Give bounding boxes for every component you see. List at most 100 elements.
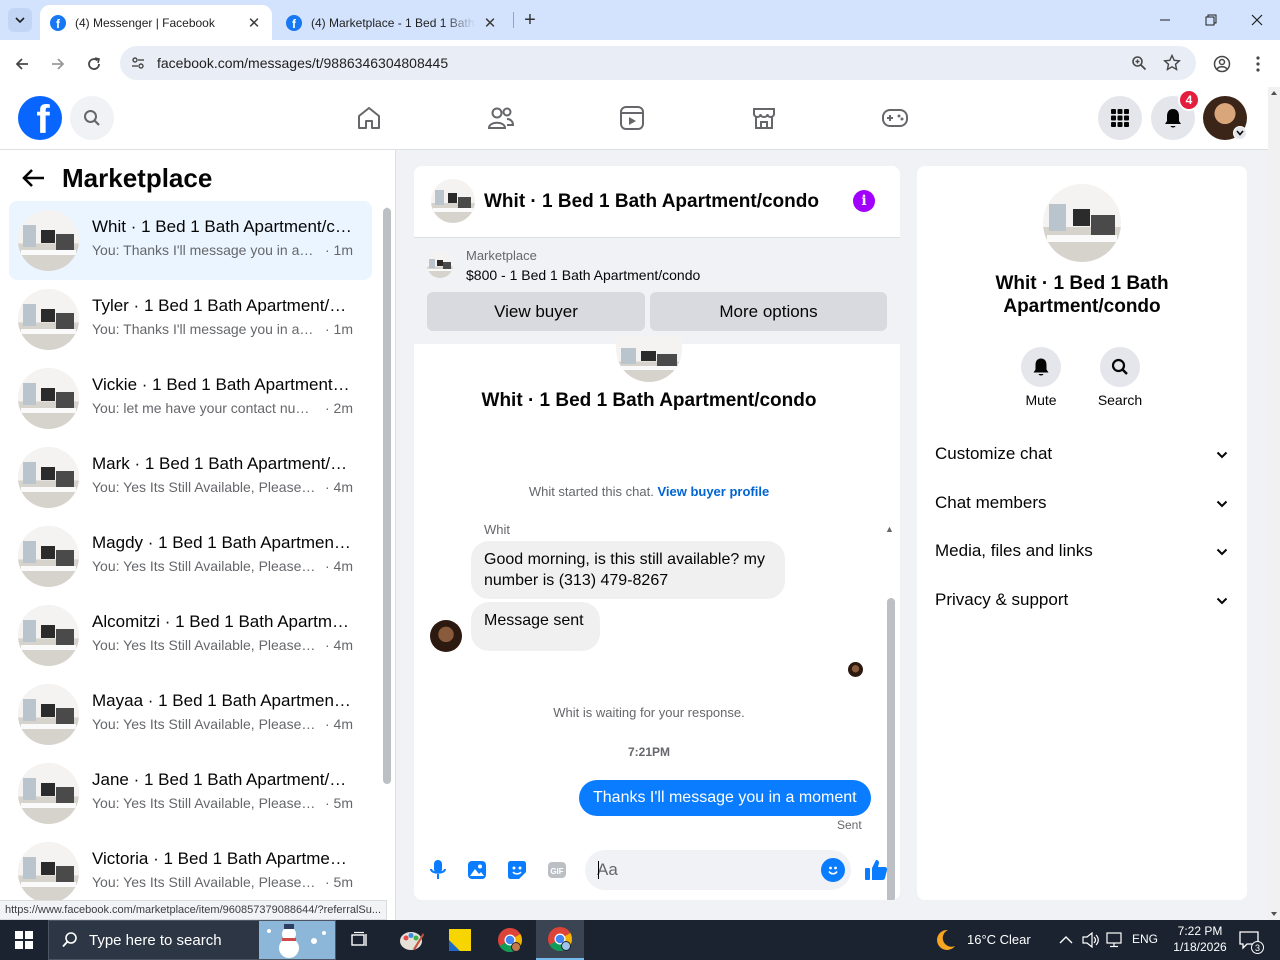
photo-icon[interactable] xyxy=(465,858,489,882)
action-center-badge: 3 xyxy=(1251,941,1264,954)
microphone-icon[interactable] xyxy=(426,858,450,882)
facebook-search-button[interactable] xyxy=(70,96,114,140)
taskbar-search-box[interactable]: Type here to search xyxy=(48,920,336,960)
task-view-button[interactable] xyxy=(336,920,384,960)
chat-members-section[interactable]: Chat members xyxy=(925,483,1239,523)
zoom-icon[interactable] xyxy=(1129,53,1149,73)
taskbar-clock[interactable]: 7:22 PM 1/18/2026 xyxy=(1168,923,1232,955)
info-icon[interactable]: i xyxy=(853,190,875,212)
listing-thumbnail xyxy=(18,368,79,429)
listing-description[interactable]: $800 - 1 Bed 1 Bath Apartment/condo xyxy=(466,267,700,283)
message-input[interactable] xyxy=(597,859,807,881)
listing-thumbnail xyxy=(18,763,79,824)
close-icon[interactable]: ✕ xyxy=(246,15,262,32)
conversation-item[interactable]: Mayaa · 1 Bed 1 Bath Apartment/condo You:… xyxy=(9,675,372,754)
conversation-item[interactable]: Magdy · 1 Bed 1 Bath Apartment/condo You:… xyxy=(9,517,372,596)
friends-icon xyxy=(487,107,515,129)
browser-menu-button[interactable] xyxy=(1244,50,1272,78)
back-button[interactable] xyxy=(8,50,36,78)
conversation-item[interactable]: Alcomitzi · 1 Bed 1 Bath Apartment/condo… xyxy=(9,596,372,675)
minimize-button[interactable] xyxy=(1142,0,1188,40)
menu-button[interactable] xyxy=(1098,96,1142,140)
close-icon[interactable]: ✕ xyxy=(482,15,498,32)
chevron-down-icon xyxy=(1215,545,1229,559)
conversation-list-scrollbar[interactable] xyxy=(383,208,391,784)
chevron-up-icon[interactable] xyxy=(1059,935,1073,945)
listing-thumbnail[interactable] xyxy=(1043,184,1121,262)
conversation-time: · 4m xyxy=(325,558,353,574)
conversation-item[interactable]: Whit · 1 Bed 1 Bath Apartment/condo You: … xyxy=(9,201,372,280)
restore-icon xyxy=(1205,14,1217,26)
reload-button[interactable] xyxy=(80,50,108,78)
chat-details-panel: Whit · 1 Bed 1 Bath Apartment/condo Mute… xyxy=(917,166,1247,900)
chrome-app-button[interactable] xyxy=(486,920,534,960)
volume-icon[interactable] xyxy=(1082,932,1100,948)
conversation-item[interactable]: Mark · 1 Bed 1 Bath Apartment/condo You: … xyxy=(9,438,372,517)
tab-messenger[interactable]: f (4) Messenger | Facebook ✕ xyxy=(40,5,272,40)
sticky-notes-app-button[interactable] xyxy=(436,920,484,960)
account-chevron-down-icon[interactable] xyxy=(1233,126,1247,140)
chevron-down-icon xyxy=(1215,594,1229,608)
message-input-box[interactable] xyxy=(585,850,851,890)
conversation-item[interactable]: Tyler · 1 Bed 1 Bath Apartment/condo You:… xyxy=(9,280,372,359)
emoji-icon[interactable] xyxy=(821,858,845,882)
network-icon[interactable] xyxy=(1106,932,1124,948)
listing-thumbnail[interactable] xyxy=(431,179,475,223)
nav-friends[interactable] xyxy=(479,97,523,139)
conversation-time: · 2m xyxy=(325,400,353,416)
tab-marketplace[interactable]: f (4) Marketplace - 1 Bed 1 Bath Apartme… xyxy=(276,5,508,40)
message-timestamp: 7:21PM xyxy=(627,745,671,759)
language-indicator[interactable]: ENG xyxy=(1132,932,1158,946)
restore-button[interactable] xyxy=(1188,0,1234,40)
details-title: Whit · 1 Bed 1 Bath Apartment/condo xyxy=(995,273,1169,317)
address-bar[interactable]: facebook.com/messages/t/9886346304808445 xyxy=(120,46,1196,80)
page-scrollbar[interactable] xyxy=(1268,87,1280,920)
close-window-button[interactable] xyxy=(1234,0,1280,40)
chat-window: Whit · 1 Bed 1 Bath Apartment/condo i Ma… xyxy=(414,166,900,900)
nav-home[interactable] xyxy=(347,97,391,139)
home-icon xyxy=(358,107,380,129)
privacy-support-section[interactable]: Privacy & support xyxy=(925,580,1239,620)
incoming-message[interactable]: Message sent xyxy=(471,602,600,651)
moon-weather-icon[interactable] xyxy=(932,927,958,953)
sticker-icon[interactable] xyxy=(505,858,529,882)
sender-avatar[interactable] xyxy=(430,620,462,652)
conversation-name: Jane · 1 Bed 1 Bath Apartment/condo xyxy=(92,770,352,789)
start-button[interactable] xyxy=(0,920,48,960)
profile-button[interactable] xyxy=(1208,50,1236,78)
nav-video[interactable] xyxy=(610,97,654,139)
incoming-message[interactable]: Good morning, is this still available? m… xyxy=(471,541,785,599)
bookmark-star-icon[interactable] xyxy=(1162,53,1182,73)
search-in-chat-button[interactable]: Search xyxy=(1090,347,1150,408)
tab-search-button[interactable] xyxy=(8,8,32,32)
media-files-links-section[interactable]: Media, files and links xyxy=(925,531,1239,571)
search-icon xyxy=(84,110,100,126)
chat-title[interactable]: Whit · 1 Bed 1 Bath Apartment/condo xyxy=(484,191,819,213)
view-buyer-profile-link[interactable]: View buyer profile xyxy=(657,484,769,499)
windows-taskbar: Type here to search 16°C Clear ENG 7:22 … xyxy=(0,920,1280,960)
scroll-up-icon[interactable]: ▲ xyxy=(885,524,894,534)
listing-thumbnail xyxy=(18,210,79,271)
customize-chat-section[interactable]: Customize chat xyxy=(925,434,1239,474)
nav-gaming[interactable] xyxy=(873,97,917,139)
mute-button[interactable]: Mute xyxy=(1011,347,1071,408)
chrome-active-app-button[interactable] xyxy=(536,920,584,960)
gif-icon[interactable]: GIF xyxy=(545,858,569,882)
new-tab-button[interactable]: + xyxy=(518,8,542,32)
outgoing-message[interactable]: Thanks I'll message you in a moment xyxy=(579,780,871,816)
section-label: Privacy & support xyxy=(935,590,1069,609)
weather-text[interactable]: 16°C Clear xyxy=(967,932,1031,947)
site-settings-icon[interactable] xyxy=(128,53,148,73)
nav-marketplace[interactable] xyxy=(742,97,786,139)
facebook-logo-icon[interactable]: f xyxy=(18,96,62,140)
conversation-item[interactable]: Vickie · 1 Bed 1 Bath Apartment/condo You… xyxy=(9,359,372,438)
conversation-item[interactable]: Jane · 1 Bed 1 Bath Apartment/condo You: … xyxy=(9,754,372,833)
thumbs-up-icon[interactable] xyxy=(864,858,888,882)
paint-app-button[interactable] xyxy=(388,920,436,960)
forward-button[interactable] xyxy=(44,50,72,78)
conversation-snippet: You: Yes Its Still Available, Please Sen… xyxy=(92,795,317,811)
view-buyer-button[interactable]: View buyer xyxy=(427,292,645,331)
back-button[interactable] xyxy=(20,164,48,192)
more-options-button[interactable]: More options xyxy=(650,292,887,331)
account-circle-icon xyxy=(1213,55,1231,73)
